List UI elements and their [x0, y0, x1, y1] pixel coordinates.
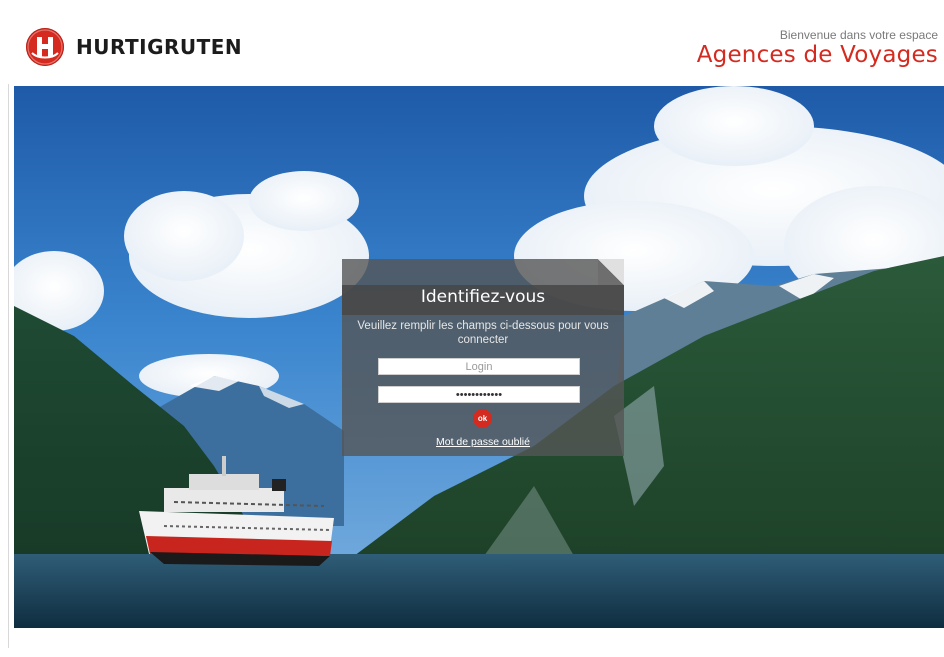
brand-name: HURTIGRUTEN	[76, 35, 243, 59]
login-input[interactable]	[378, 358, 580, 375]
login-panel: Identifiez-vous Veuillez remplir les cha…	[342, 259, 624, 456]
welcome-block: Bienvenue dans votre espace Agences de V…	[697, 28, 938, 68]
hurtigruten-logo-icon	[26, 28, 64, 66]
login-title: Identifiez-vous	[420, 287, 546, 307]
header: HURTIGRUTEN Bienvenue dans votre espace …	[0, 0, 944, 84]
hurtigruten-logo[interactable]: HURTIGRUTEN	[26, 27, 242, 67]
forgot-password-link[interactable]: Mot de passe oublié	[342, 436, 624, 448]
welcome-subtitle: Bienvenue dans votre espace	[779, 28, 938, 42]
password-input[interactable]	[378, 386, 580, 403]
ok-button[interactable]: ok	[473, 409, 492, 428]
corner-fold	[598, 259, 624, 285]
login-instructions: Veuillez remplir les champs ci-dessous p…	[357, 320, 609, 346]
space-title: Agences de Voyages	[696, 42, 938, 68]
